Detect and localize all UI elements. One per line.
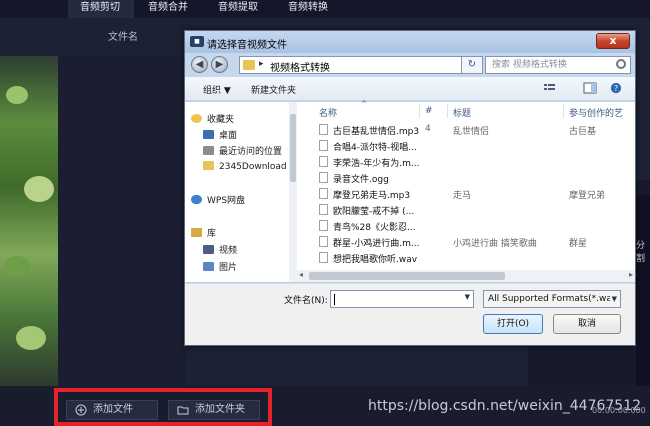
- open-button[interactable]: 打开(O): [483, 314, 543, 334]
- nav-recent[interactable]: 最近访问的位置: [203, 144, 282, 157]
- nav-library[interactable]: 库: [191, 226, 216, 239]
- chevron-down-icon: ▼: [609, 291, 617, 307]
- column-divider: [447, 104, 448, 118]
- column-artist-header[interactable]: 参与创作的艺: [569, 106, 623, 119]
- desktop-icon: [203, 130, 214, 139]
- file-icon: [319, 140, 328, 151]
- address-row: ◀ ▶ ▸ 视频格式转换 ▼ ↻ 搜索 视频格式转换: [185, 53, 635, 77]
- file-icon: [319, 204, 328, 215]
- text-caret: [334, 294, 335, 305]
- split-label: 分割: [636, 241, 646, 264]
- column-number-header[interactable]: #: [425, 106, 433, 116]
- address-bar[interactable]: ▸ 视频格式转换: [239, 56, 477, 74]
- dialog-toolbar: 组织 ▼ 新建文件夹 ?: [185, 77, 635, 101]
- app-icon: ■: [190, 36, 204, 47]
- column-divider: [419, 104, 420, 118]
- file-row[interactable]: 摩登兄弟走马.mp3 走马 摩登兄弟: [297, 186, 635, 201]
- search-placeholder: 搜索 视频格式转换: [492, 60, 567, 70]
- file-row[interactable]: 合唱4-派尔特-视唱...: [297, 138, 635, 153]
- dialog-bottom-area: 文件名(N): ▼ All Supported Formats(*.wav ▼ …: [185, 283, 635, 345]
- file-icon: [319, 236, 328, 247]
- search-icon: [616, 59, 626, 69]
- app-top-bar: 音频剪切 音频合并 音频提取 音频转换: [0, 0, 650, 18]
- tab-audio-extract[interactable]: 音频提取: [218, 0, 258, 18]
- filename-label: 文件名(N):: [284, 296, 328, 306]
- search-input[interactable]: 搜索 视频格式转换: [485, 56, 631, 74]
- horizontal-scrollbar[interactable]: ◂ ▸: [297, 270, 635, 282]
- video-icon: [203, 245, 214, 254]
- file-row[interactable]: 想把我唱歌你听.wav: [297, 250, 635, 265]
- file-list: 名称 ^ # 标题 参与创作的艺 古巨基乱世情侣.mp3 4 乱世情侣 古巨基 合唱4…: [297, 100, 635, 282]
- file-icon: [319, 220, 328, 231]
- preview-pane-icon[interactable]: [583, 82, 597, 94]
- navigation-pane: 收藏夹 桌面 最近访问的位置 2345Download WPS网盘 库 视频 图…: [185, 102, 295, 282]
- nav-videos[interactable]: 视频: [203, 243, 237, 256]
- address-path: 视频格式转换: [270, 63, 330, 74]
- svg-text:?: ?: [614, 84, 618, 93]
- tab-audio-convert[interactable]: 音频转换: [288, 0, 328, 18]
- nav-scroll-thumb[interactable]: [290, 114, 296, 182]
- file-icon: [319, 124, 328, 135]
- view-options-icon[interactable]: [543, 82, 557, 94]
- file-row[interactable]: 青鸟%28《火影忍...: [297, 218, 635, 233]
- chevron-down-icon[interactable]: ▼: [465, 293, 470, 301]
- chevron-right-icon: ▸: [259, 59, 264, 69]
- right-panel-edge: [636, 195, 650, 395]
- open-file-dialog: ■ 请选择音视频文件 x ◀ ▶ ▸ 视频格式转换 ▼ ↻ 搜索 视频格式转换 …: [184, 30, 636, 346]
- dialog-title-bar: ■ 请选择音视频文件 x: [185, 31, 635, 53]
- cloud-icon: [191, 195, 202, 204]
- back-button[interactable]: ◀: [191, 56, 208, 73]
- star-icon: [191, 114, 202, 123]
- tab-audio-cut[interactable]: 音频剪切: [68, 0, 134, 18]
- column-title-header[interactable]: 标题: [453, 106, 471, 119]
- folder-icon: [203, 161, 214, 170]
- file-icon: [319, 252, 328, 263]
- nav-wps-drive[interactable]: WPS网盘: [191, 193, 245, 206]
- column-divider: [563, 104, 564, 118]
- file-row[interactable]: 古巨基乱世情侣.mp3 4 乱世情侣 古巨基: [297, 122, 635, 137]
- picture-icon: [203, 262, 214, 271]
- nav-favorites[interactable]: 收藏夹: [191, 112, 234, 125]
- nav-scrollbar[interactable]: [289, 102, 297, 282]
- column-name-header[interactable]: 名称: [319, 106, 337, 119]
- folder-icon: [243, 60, 255, 70]
- scroll-left-icon[interactable]: ◂: [299, 270, 303, 279]
- dialog-title: 请选择音视频文件: [207, 40, 287, 51]
- filename-input[interactable]: ▼: [330, 290, 474, 308]
- highlight-box: [54, 388, 272, 426]
- recent-icon: [203, 146, 214, 155]
- time-readout: 00:00:00.000: [592, 406, 646, 415]
- file-type-select[interactable]: All Supported Formats(*.wav ▼: [483, 290, 621, 308]
- file-list-panel: [58, 56, 186, 386]
- nav-downloads[interactable]: 2345Download: [203, 161, 287, 172]
- file-icon: [319, 188, 328, 199]
- file-row[interactable]: 李荣浩-年少有为.m...: [297, 154, 635, 169]
- close-button[interactable]: x: [596, 33, 630, 49]
- scroll-right-icon[interactable]: ▸: [629, 270, 633, 279]
- horizontal-scroll-thumb[interactable]: [309, 272, 505, 280]
- refresh-button[interactable]: ↻: [461, 56, 483, 74]
- new-folder-button[interactable]: 新建文件夹: [251, 83, 296, 96]
- help-icon[interactable]: ?: [609, 82, 623, 94]
- file-type-value: All Supported Formats(*.wav: [488, 294, 618, 304]
- file-row[interactable]: 欧阳朦莹-戒不掉 (...: [297, 202, 635, 217]
- nav-pictures[interactable]: 图片: [203, 260, 237, 273]
- library-icon: [191, 228, 202, 237]
- filename-column-header: 文件名: [108, 32, 138, 43]
- preview-image: [0, 56, 58, 386]
- file-row[interactable]: 群星-小鸡进行曲.m... 小鸡进行曲 搞笑歌曲 群星: [297, 234, 635, 249]
- file-icon: [319, 156, 328, 167]
- file-row[interactable]: 录音文件.ogg: [297, 170, 635, 185]
- tab-audio-merge[interactable]: 音频合并: [148, 0, 188, 18]
- organize-menu[interactable]: 组织 ▼: [203, 83, 231, 96]
- forward-button[interactable]: ▶: [211, 56, 228, 73]
- cancel-button[interactable]: 取消: [553, 314, 621, 334]
- sort-indicator-icon: ^: [361, 100, 367, 108]
- file-icon: [319, 172, 328, 183]
- nav-desktop[interactable]: 桌面: [203, 128, 237, 141]
